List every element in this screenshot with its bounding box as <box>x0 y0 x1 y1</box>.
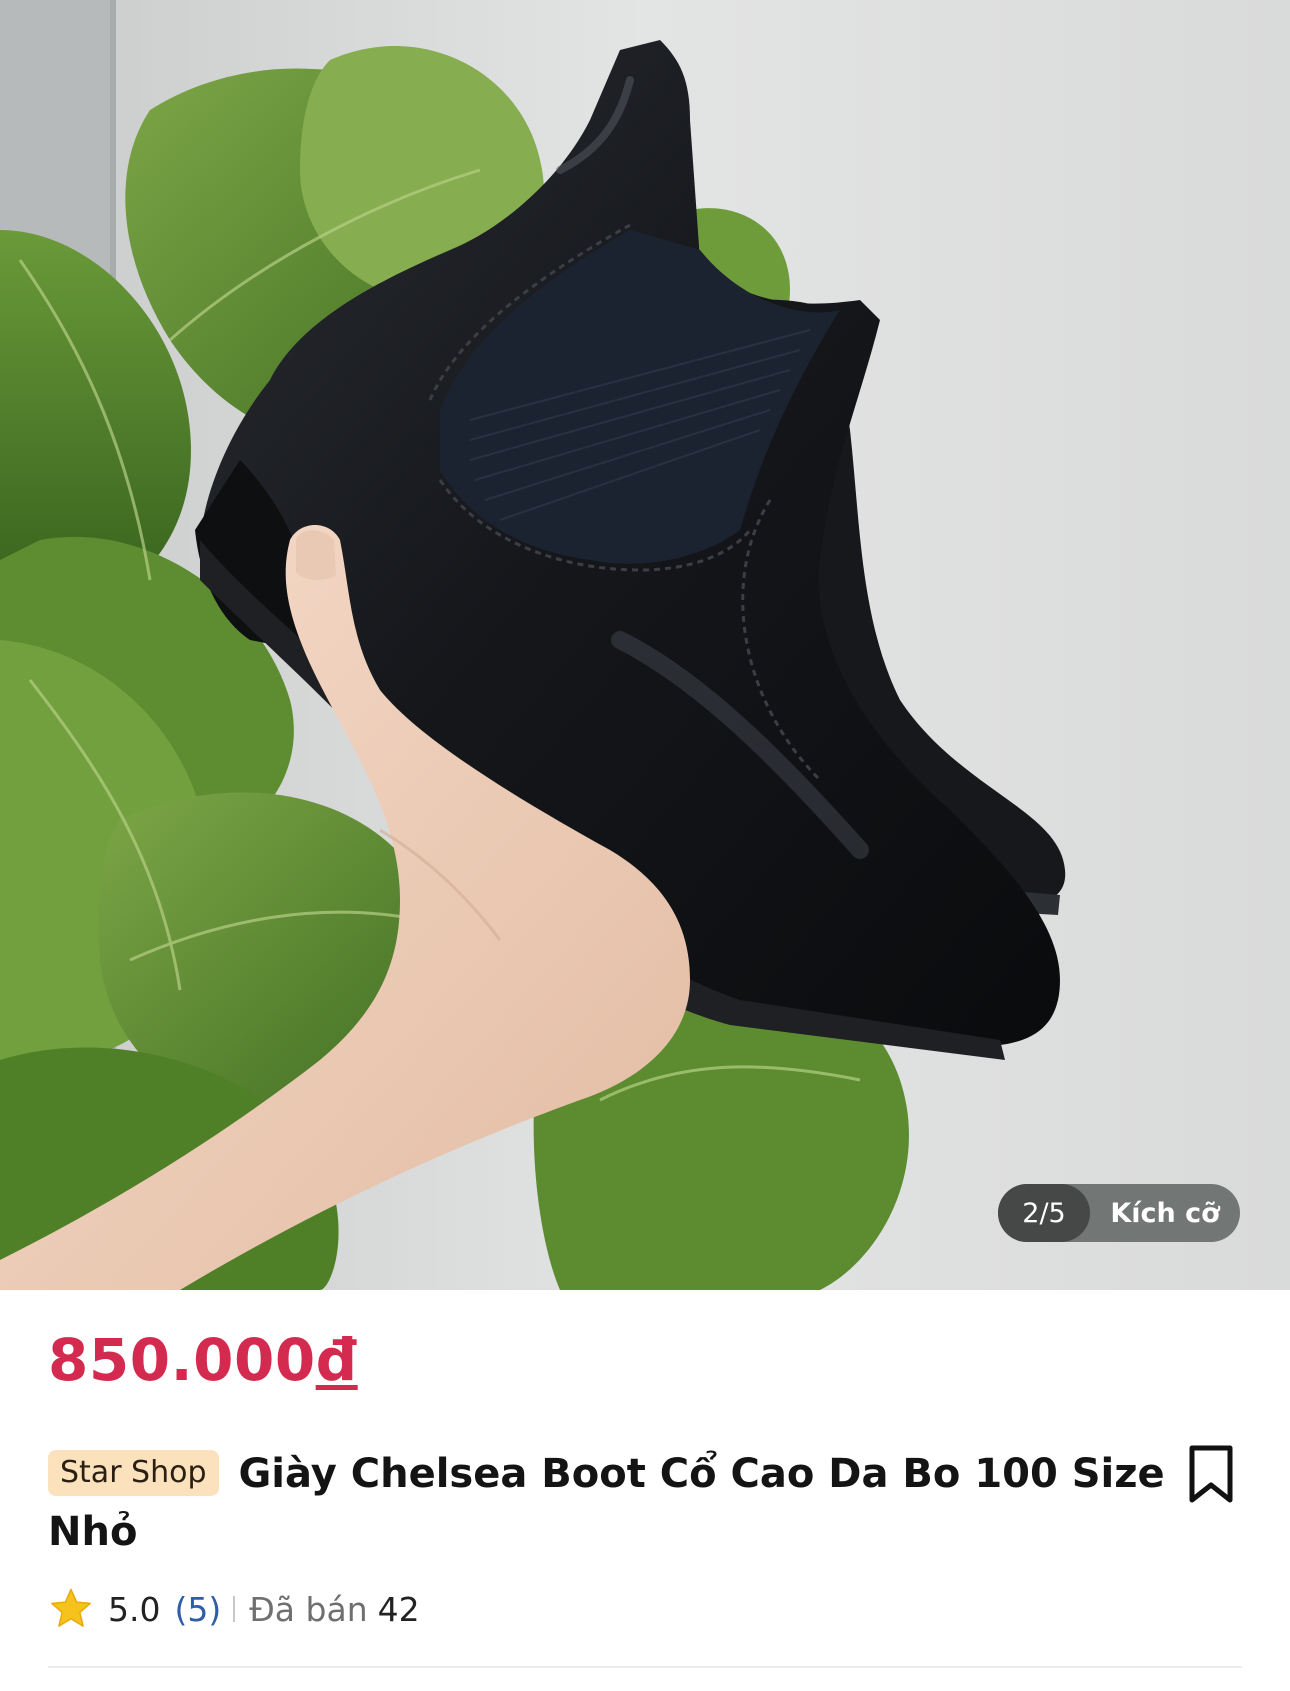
bookmark-icon <box>1189 1445 1233 1503</box>
price-amount: 850.000 <box>48 1326 316 1394</box>
star-icon <box>51 1588 91 1627</box>
product-title-block: Star Shop Giày Chelsea Boot Cổ Cao Da Bo… <box>48 1445 1168 1561</box>
sold-count: 42 <box>377 1589 420 1629</box>
divider <box>233 1596 236 1622</box>
product-detail-page: 2/5 Kích cỡ 850.000đ Star Shop Giày Chel… <box>0 0 1290 1691</box>
product-image-gallery[interactable]: 2/5 Kích cỡ <box>0 0 1290 1290</box>
sold-label: Đã bán <box>249 1589 368 1629</box>
section-divider <box>48 1666 1242 1668</box>
size-guide-button[interactable]: Kích cỡ <box>1090 1198 1240 1229</box>
price-currency: đ <box>315 1326 358 1394</box>
rating-row: 5.0 (5) Đã bán 42 <box>48 1584 420 1634</box>
image-counter: 2/5 <box>998 1184 1090 1242</box>
bookmark-button[interactable] <box>1186 1444 1236 1506</box>
rating-value: 5.0 <box>108 1589 161 1629</box>
product-photo <box>0 0 1290 1290</box>
image-controls: 2/5 Kích cỡ <box>998 1184 1240 1242</box>
review-count-link[interactable]: (5) <box>174 1590 221 1629</box>
product-price: 850.000đ <box>48 1326 358 1394</box>
shop-badge[interactable]: Star Shop <box>48 1450 219 1496</box>
